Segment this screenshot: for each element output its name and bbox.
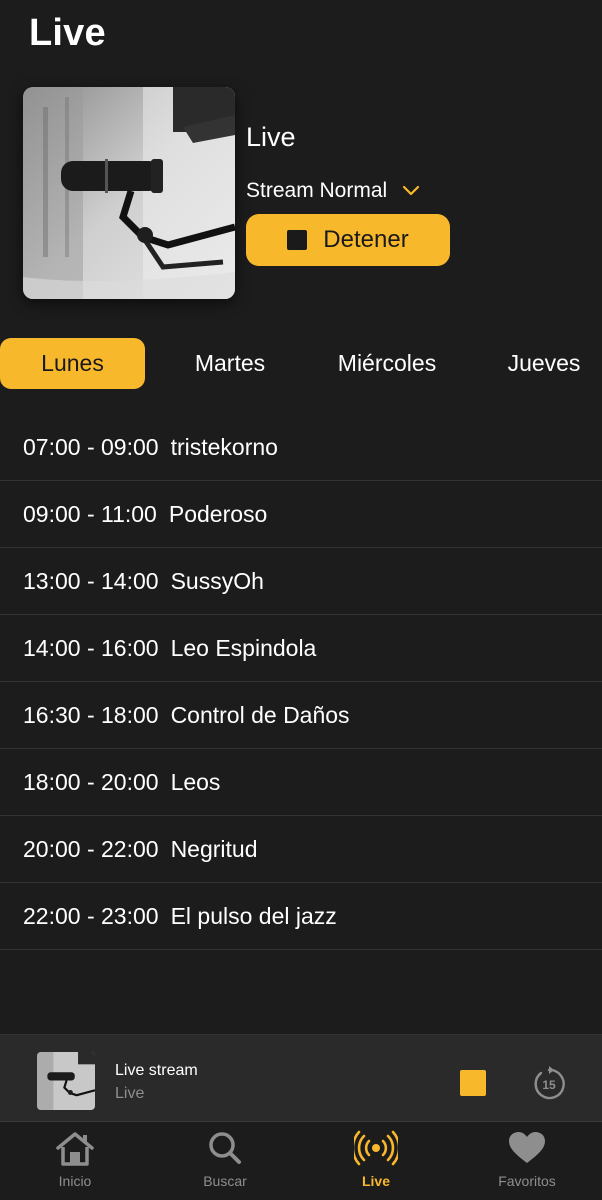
schedule-show: Leo Espindola <box>170 634 317 661</box>
schedule-row[interactable]: 20:00 - 22:00 Negritud <box>0 816 602 883</box>
day-tab-jueves[interactable]: Jueves <box>486 338 602 389</box>
schedule-row[interactable]: 13:00 - 14:00 SussyOh <box>0 548 602 615</box>
schedule-time: 13:00 - 14:00 <box>23 567 159 594</box>
microphone-photo <box>23 87 235 299</box>
day-tab-martes[interactable]: Martes <box>160 338 300 389</box>
tab-label: Inicio <box>58 1173 92 1189</box>
schedule-time: 16:30 - 18:00 <box>23 701 159 728</box>
microphone-thumbnail <box>37 1052 95 1110</box>
mini-stop-button[interactable] <box>460 1070 486 1096</box>
schedule-row[interactable]: 16:30 - 18:00 Control de Daños <box>0 682 602 749</box>
schedule-time: 20:00 - 22:00 <box>23 835 159 862</box>
schedule-time: 18:00 - 20:00 <box>23 768 159 795</box>
day-tabs: Lunes Martes Miércoles Jueves <box>0 338 602 389</box>
mini-player-title: Live stream <box>115 1062 198 1079</box>
schedule-list: 07:00 - 09:00 tristekorno 09:00 - 11:00 … <box>0 414 602 950</box>
stream-quality-label: Stream Normal <box>246 179 388 202</box>
broadcast-icon <box>354 1130 398 1166</box>
day-tab-label: Miércoles <box>337 350 437 376</box>
chevron-down-icon <box>403 185 420 196</box>
home-icon <box>56 1132 94 1166</box>
day-tab-label: Lunes <box>41 350 104 376</box>
tab-label: Live <box>361 1173 390 1189</box>
mini-player[interactable]: Live stream Live 15 <box>0 1034 602 1122</box>
schedule-row[interactable]: 07:00 - 09:00 tristekorno <box>0 414 602 481</box>
station-name: Live <box>246 122 296 152</box>
schedule-row[interactable]: 09:00 - 11:00 Poderoso <box>0 481 602 548</box>
schedule-row[interactable]: 22:00 - 23:00 El pulso del jazz <box>0 883 602 950</box>
schedule-show: tristekorno <box>170 433 278 460</box>
stop-icon <box>287 230 308 250</box>
stop-button-label: Detener <box>323 226 409 253</box>
tab-live[interactable]: Live <box>301 1122 451 1200</box>
schedule-row[interactable]: 18:00 - 20:00 Leos <box>0 749 602 816</box>
stop-button[interactable]: Detener <box>246 214 450 266</box>
stream-quality-dropdown[interactable]: Stream Normal <box>246 176 421 206</box>
tab-bar: Inicio Buscar Live Favoritos <box>0 1121 602 1200</box>
mini-player-artwork <box>37 1052 95 1110</box>
schedule-show: Leos <box>170 768 221 795</box>
tab-inicio[interactable]: Inicio <box>0 1122 150 1200</box>
schedule-show: El pulso del jazz <box>170 902 337 929</box>
day-tab-lunes[interactable]: Lunes <box>0 338 145 389</box>
schedule-show: Poderoso <box>168 500 268 527</box>
schedule-time: 22:00 - 23:00 <box>23 902 159 929</box>
tab-favoritos[interactable]: Favoritos <box>452 1122 602 1200</box>
schedule-show: Control de Daños <box>170 701 350 728</box>
schedule-time: 07:00 - 09:00 <box>23 433 159 460</box>
schedule-row[interactable]: 14:00 - 16:00 Leo Espindola <box>0 615 602 682</box>
day-tab-label: Jueves <box>507 350 581 376</box>
mini-player-subtitle: Live <box>115 1085 145 1102</box>
tab-label: Buscar <box>203 1173 247 1189</box>
tab-label: Favoritos <box>498 1173 556 1189</box>
page-title: Live <box>29 12 106 54</box>
replay-seconds: 15 <box>542 1078 556 1092</box>
heart-icon <box>509 1132 545 1163</box>
schedule-show: Negritud <box>170 835 258 862</box>
live-screen: Live Live Stream Normal Detener Lunes Ma… <box>0 0 602 1200</box>
station-artwork <box>23 87 235 299</box>
replay-15-icon[interactable]: 15 <box>531 1066 567 1102</box>
tab-buscar[interactable]: Buscar <box>150 1122 300 1200</box>
day-tab-miercoles[interactable]: Miércoles <box>312 338 462 389</box>
schedule-time: 14:00 - 16:00 <box>23 634 159 661</box>
schedule-time: 09:00 - 11:00 <box>23 500 157 527</box>
day-tab-label: Martes <box>194 350 266 376</box>
search-icon <box>209 1132 241 1164</box>
schedule-show: SussyOh <box>170 567 264 594</box>
